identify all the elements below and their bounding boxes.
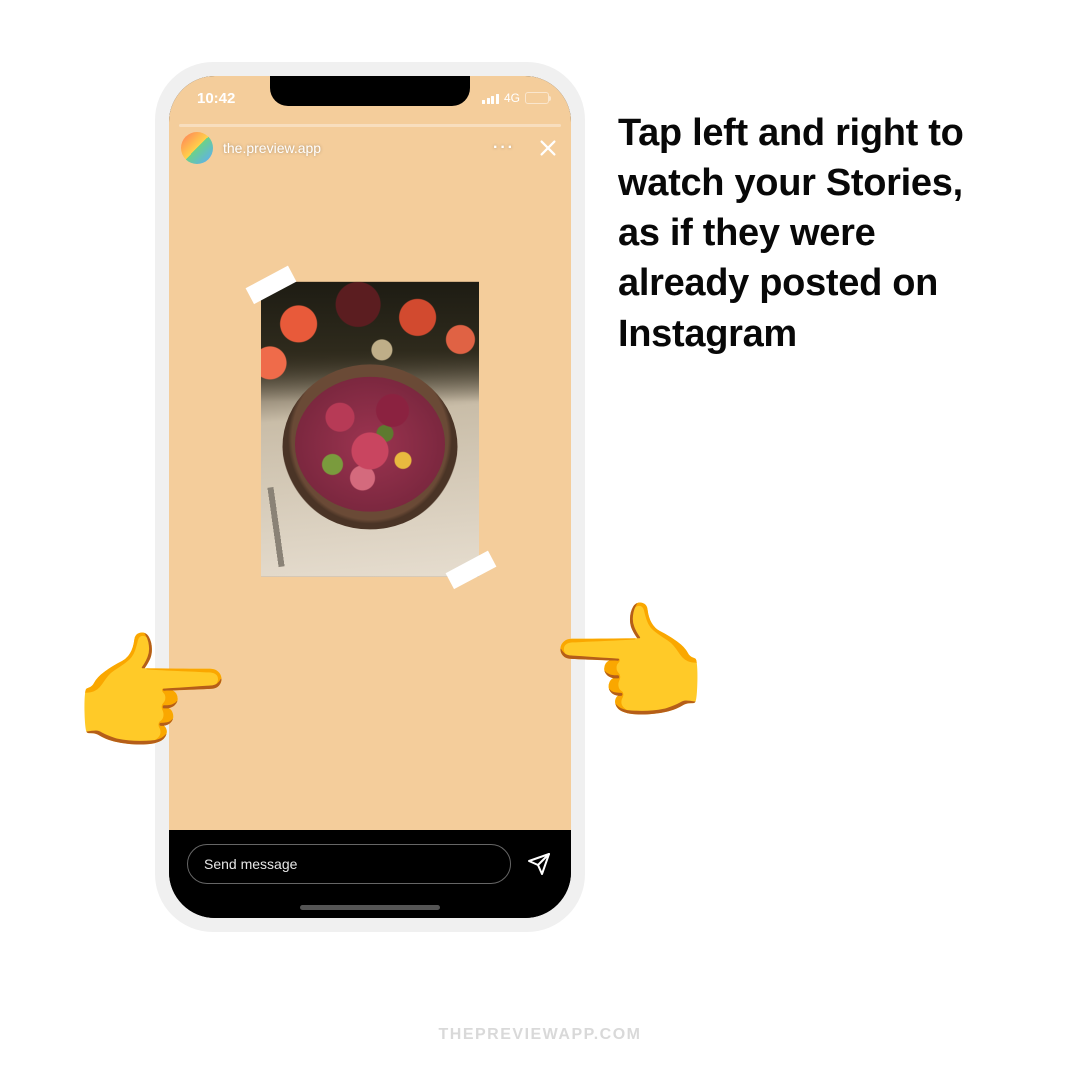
phone-notch [270,76,470,106]
story-header: the.preview.app ··· [181,132,559,164]
battery-icon [525,92,549,104]
pointing-hand-right-icon: 👉 [70,630,232,760]
food-photo [261,282,479,577]
story-username[interactable]: the.preview.app [223,140,321,156]
phone-screen: 10:42 4G the.preview.app ··· [169,76,571,918]
watermark: THEPREVIEWAPP.COM [438,1026,641,1044]
home-indicator [300,905,440,910]
story-bottom-bar: Send message [169,830,571,918]
message-placeholder: Send message [204,856,297,872]
send-button[interactable] [525,844,553,884]
pointing-hand-left-icon: 👉 [550,600,712,730]
story-photo [261,282,479,577]
status-right: 4G [482,91,549,105]
status-time: 10:42 [197,90,235,107]
network-label: 4G [504,91,520,105]
message-input[interactable]: Send message [187,844,511,884]
close-icon[interactable] [537,137,559,159]
phone-frame: 10:42 4G the.preview.app ··· [155,62,585,932]
instruction-text: Tap left and right to watch your Stories… [618,108,1013,359]
story-progress-bar [179,124,561,127]
avatar[interactable] [181,132,213,164]
more-options-icon[interactable]: ··· [493,140,515,156]
send-icon [527,852,551,876]
signal-icon [482,93,499,104]
